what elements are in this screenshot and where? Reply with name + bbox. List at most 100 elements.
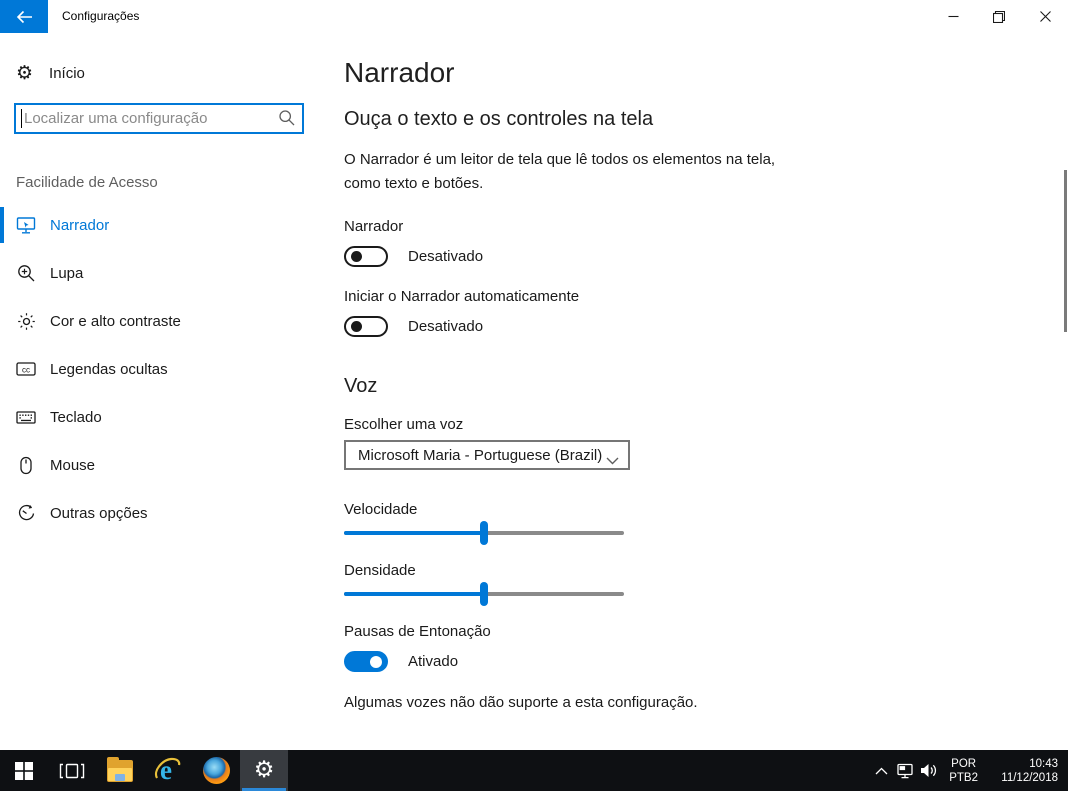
sidebar-item-label: Legendas ocultas (50, 361, 168, 378)
close-button[interactable] (1022, 0, 1068, 33)
intonation-toggle-label: Pausas de Entonação (344, 623, 964, 640)
task-view-button[interactable] (48, 750, 96, 791)
folder-icon (107, 760, 133, 782)
sidebar-item-outras-opcoes[interactable]: Outras opções (0, 491, 330, 535)
speed-slider[interactable] (344, 521, 624, 545)
sidebar-item-label: Narrador (50, 217, 109, 234)
closed-captions-icon: cc (16, 361, 36, 377)
narrator-icon (16, 216, 36, 235)
sidebar-item-home[interactable]: ⚙ Início (16, 58, 330, 88)
settings-window: Configurações ⚙ Início (0, 0, 1068, 750)
toggle-knob (351, 321, 362, 332)
restore-button[interactable] (976, 0, 1022, 33)
sidebar-item-mouse[interactable]: Mouse (0, 443, 330, 487)
sidebar-item-cor-e-alto-contraste[interactable]: Cor e alto contraste (0, 299, 330, 343)
slider-thumb[interactable] (480, 521, 488, 545)
hear-section-heading: Ouça o texto e os controles na tela (344, 108, 964, 131)
network-icon (895, 762, 915, 779)
voice-support-note: Algumas vozes não dão suporte a esta con… (344, 694, 964, 711)
toggle-knob (351, 251, 362, 262)
sidebar-item-label: Outras opções (50, 505, 148, 522)
autostart-toggle-label: Iniciar o Narrador automaticamente (344, 288, 964, 305)
toggle-knob (370, 656, 382, 668)
start-button[interactable] (0, 750, 48, 791)
sidebar-nav-list: Narrador Lupa (0, 203, 330, 535)
tray-chevron-up[interactable] (869, 750, 893, 791)
sidebar-item-label: Lupa (50, 265, 83, 282)
other-options-icon (16, 504, 36, 523)
voice-section-heading: Voz (344, 375, 964, 398)
search-icon[interactable] (278, 109, 296, 132)
speed-slider-label: Velocidade (344, 501, 964, 518)
back-button[interactable] (0, 0, 48, 33)
autostart-toggle-row: Desativado (344, 314, 964, 338)
voice-select[interactable]: Microsoft Maria - Portuguese (Brazil) (344, 440, 630, 470)
app-title: Configurações (62, 0, 139, 33)
search-input[interactable] (14, 103, 304, 134)
sidebar-home-label: Início (49, 65, 85, 82)
gear-icon: ⚙ (254, 759, 275, 782)
sidebar-group-header: Facilidade de Acesso (16, 174, 330, 191)
chevron-up-icon (875, 767, 888, 775)
magnifier-icon (16, 264, 36, 283)
pitch-slider[interactable] (344, 582, 624, 606)
restore-icon (993, 11, 1005, 23)
language-code: POR (949, 757, 978, 771)
minimize-button[interactable] (930, 0, 976, 33)
search-box (14, 103, 304, 134)
narrator-toggle-label: Narrador (344, 218, 964, 235)
pitch-slider-label: Densidade (344, 562, 964, 579)
tray-clock[interactable]: 10:43 11/12/2018 (992, 757, 1058, 785)
sidebar-item-legendas-ocultas[interactable]: cc Legendas ocultas (0, 347, 330, 391)
voice-select-label: Escolher uma voz (344, 416, 964, 433)
narrator-toggle[interactable] (344, 246, 388, 267)
voice-select-value: Microsoft Maria - Portuguese (Brazil) (358, 447, 602, 464)
text-caret (21, 109, 22, 128)
tray-time: 10:43 (992, 757, 1058, 771)
file-explorer-button[interactable] (96, 750, 144, 791)
keyboard-layout: PTB2 (949, 771, 978, 785)
sidebar-item-narrador[interactable]: Narrador (0, 203, 330, 247)
tray-network[interactable] (893, 750, 917, 791)
gear-icon: ⚙ (16, 64, 33, 83)
ie-icon: e (154, 757, 182, 785)
intonation-toggle[interactable] (344, 651, 388, 672)
slider-thumb[interactable] (480, 582, 488, 606)
titlebar: Configurações (0, 0, 1068, 33)
keyboard-icon (16, 410, 36, 425)
svg-text:cc: cc (22, 365, 30, 374)
firefox-button[interactable] (192, 750, 240, 791)
main-content: Narrador Ouça o texto e os controles na … (344, 33, 964, 711)
settings-taskbar-button[interactable]: ⚙ (240, 750, 288, 791)
task-view-icon (59, 762, 85, 780)
windows-logo-icon (15, 762, 33, 780)
page-title: Narrador (344, 57, 964, 89)
window-controls (930, 0, 1068, 33)
slider-fill (344, 531, 484, 535)
autostart-toggle[interactable] (344, 316, 388, 337)
contrast-icon (16, 312, 36, 331)
tray-date: 11/12/2018 (992, 771, 1058, 785)
system-tray: POR PTB2 10:43 11/12/2018 (869, 750, 1068, 791)
intonation-toggle-row: Ativado (344, 649, 964, 673)
sidebar-item-label: Mouse (50, 457, 95, 474)
narrator-description: O Narrador é um leitor de tela que lê to… (344, 148, 812, 196)
minimize-icon (948, 11, 959, 22)
internet-explorer-button[interactable]: e (144, 750, 192, 791)
intonation-toggle-state: Ativado (408, 653, 458, 670)
sidebar-item-label: Teclado (50, 409, 102, 426)
firefox-icon (203, 757, 230, 784)
sidebar: ⚙ Início Facilidade de Acesso (0, 33, 330, 750)
sidebar-item-label: Cor e alto contraste (50, 313, 181, 330)
sidebar-item-lupa[interactable]: Lupa (0, 251, 330, 295)
tray-volume[interactable] (917, 750, 941, 791)
sidebar-item-teclado[interactable]: Teclado (0, 395, 330, 439)
tray-language[interactable]: POR PTB2 (949, 757, 978, 785)
back-arrow-icon (16, 10, 33, 24)
slider-fill (344, 592, 484, 596)
volume-icon (919, 762, 939, 779)
chevron-down-icon (606, 452, 619, 470)
narrator-toggle-state: Desativado (408, 248, 483, 265)
vertical-scrollbar[interactable] (1064, 170, 1067, 332)
autostart-toggle-state: Desativado (408, 318, 483, 335)
